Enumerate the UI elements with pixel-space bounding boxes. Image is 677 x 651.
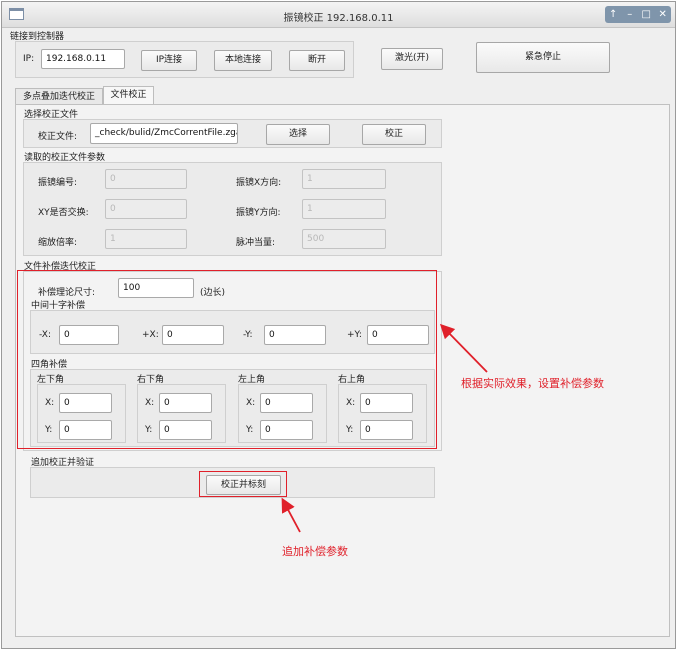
- annotation-right: 根据实际效果，设置补偿参数: [461, 377, 604, 390]
- main-window: 振镜校正 192.168.0.11 ↑ – □ ✕ 链接到控制器 IP: 192…: [1, 1, 676, 649]
- annotation-bottom: 追加补偿参数: [282, 545, 348, 558]
- arrow-to-compensation: [439, 323, 488, 373]
- arrow-to-verify: [281, 497, 301, 533]
